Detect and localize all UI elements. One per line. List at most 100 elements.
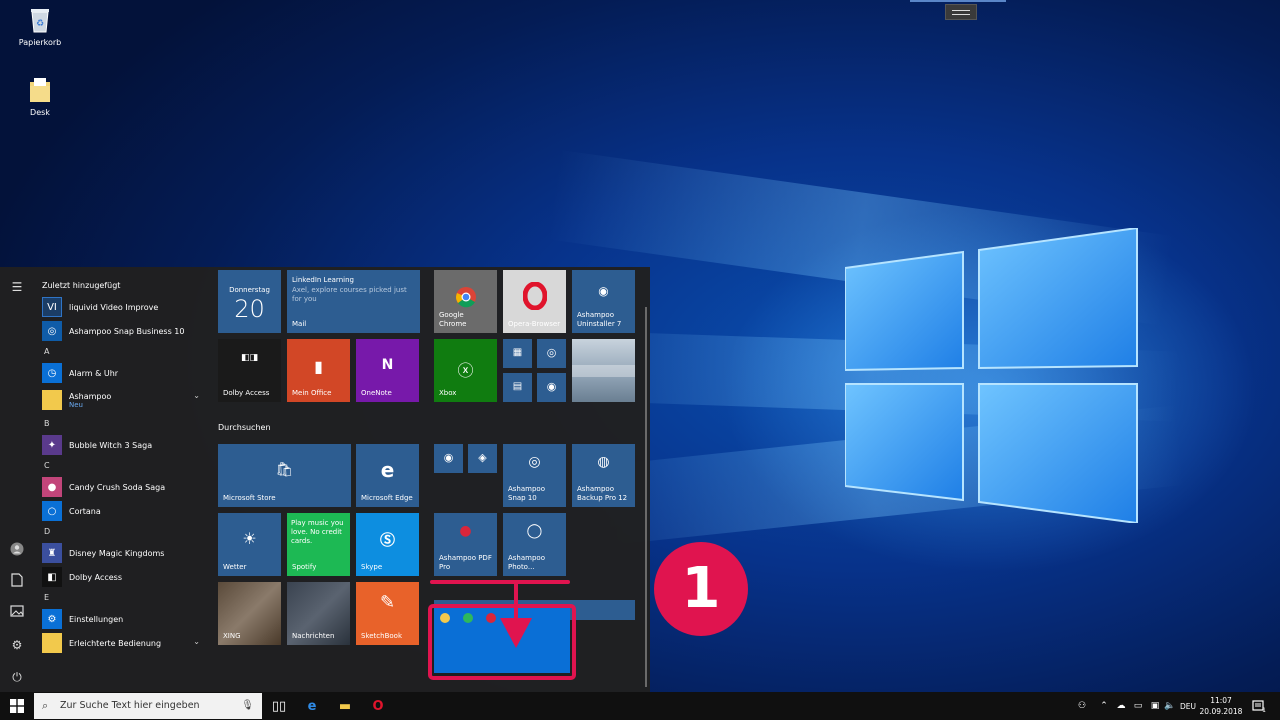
- desktop-icon-recycle-bin[interactable]: ♻ Papierkorb: [8, 6, 72, 47]
- store-bag-icon: 🛍: [275, 462, 294, 478]
- app-label: Bubble Witch 3 Saga: [69, 440, 153, 450]
- app-item-cortana[interactable]: ○ Cortana: [38, 499, 208, 523]
- tablet-handle-icon[interactable]: [945, 4, 977, 20]
- chrome-icon: [434, 286, 497, 310]
- tile-backup[interactable]: ◍ Ashampoo Backup Pro 12: [572, 444, 635, 507]
- app-item-candy-crush[interactable]: ● Candy Crush Soda Saga: [38, 475, 208, 499]
- folder-icon: [28, 76, 52, 104]
- file-explorer-icon[interactable]: ▬: [330, 692, 360, 720]
- people-icon[interactable]: ⚇: [1072, 692, 1092, 720]
- chevron-down-icon[interactable]: ⌄: [193, 637, 200, 646]
- gear-icon: ⚙: [42, 609, 62, 629]
- tile-xing[interactable]: XING: [218, 582, 281, 645]
- office-icon: ▮: [314, 357, 323, 376]
- tile-label: Skype: [361, 563, 383, 571]
- tile-label: Ashampoo Backup Pro 12: [577, 485, 628, 502]
- tile-xbox[interactable]: ⓧ Xbox: [434, 339, 497, 402]
- app-item-settings[interactable]: ⚙ Einstellungen: [38, 607, 208, 631]
- tile-edge[interactable]: e Microsoft Edge: [356, 444, 419, 507]
- app-item-dolby[interactable]: ◧ Dolby Access: [38, 565, 208, 589]
- tile-opera[interactable]: Opera-Browser: [503, 270, 566, 333]
- disc-icon: ◎: [546, 346, 557, 359]
- opera-taskbar-icon[interactable]: O: [363, 692, 393, 720]
- tile-spotify[interactable]: Play music you love. No credit cards. Sp…: [287, 513, 350, 576]
- app-item-bubble-witch[interactable]: ✦ Bubble Witch 3 Saga: [38, 433, 208, 457]
- user-avatar-icon[interactable]: [9, 542, 25, 558]
- app-item-liquivid[interactable]: VI liquivid Video Improve: [38, 295, 208, 319]
- tile-uninstaller[interactable]: ◉ Ashampoo Uninstaller 7: [572, 270, 635, 333]
- tile-groove[interactable]: ◎: [537, 339, 566, 368]
- tile-snap[interactable]: ◎ Ashampoo Snap 10: [503, 444, 566, 507]
- cortana-ring-icon: ○: [42, 501, 62, 521]
- tile-news[interactable]: Nachrichten: [287, 582, 350, 645]
- document-icon[interactable]: [9, 573, 25, 589]
- dolby-icon: ◧: [42, 567, 62, 587]
- action-center-icon[interactable]: 1: [1250, 692, 1270, 720]
- pictures-icon[interactable]: [9, 605, 25, 621]
- webcam-icon: ◉: [546, 380, 557, 393]
- clock[interactable]: 11:07 20.09.2018: [1196, 695, 1246, 717]
- scrollbar[interactable]: [645, 307, 647, 687]
- start-button[interactable]: [0, 692, 34, 720]
- app-label: Cortana: [69, 506, 101, 516]
- tile-mail[interactable]: LinkedIn Learning Axel, explore courses …: [287, 270, 420, 333]
- tile-calculator[interactable]: ▤: [503, 373, 532, 402]
- edge-taskbar-icon[interactable]: e: [297, 692, 327, 720]
- svg-text:♻: ♻: [36, 19, 44, 29]
- tile-chrome[interactable]: Google Chrome: [434, 270, 497, 333]
- tile-pdf[interactable]: ● Ashampoo PDF Pro: [434, 513, 497, 576]
- app-item-alarm[interactable]: ◷ Alarm & Uhr: [38, 361, 208, 385]
- app-item-ashampoo-snap-business[interactable]: ◎ Ashampoo Snap Business 10: [38, 319, 208, 343]
- tile-photos[interactable]: [572, 339, 635, 402]
- cloud-icon[interactable]: ☁: [1113, 692, 1129, 720]
- desktop-icon-label: Desk: [30, 108, 50, 117]
- group-letter[interactable]: C: [38, 457, 208, 475]
- settings-gear-icon[interactable]: ⚙: [9, 637, 25, 653]
- camera-aperture-icon: ◎: [42, 321, 62, 341]
- section-browse-label: Durchsuchen: [218, 423, 271, 432]
- tile-office[interactable]: ▮ Mein Office: [287, 339, 350, 402]
- tile-label: Nachrichten: [292, 632, 335, 640]
- chevron-up-icon[interactable]: ⌃: [1096, 692, 1112, 720]
- group-letter[interactable]: A: [38, 343, 208, 361]
- group-letter[interactable]: D: [38, 523, 208, 541]
- desktop-icon-folder[interactable]: Desk: [8, 76, 72, 117]
- task-view-icon[interactable]: ▯▯: [264, 692, 294, 720]
- liquivid-icon: VI: [42, 297, 62, 317]
- taskbar-search-box[interactable]: ⌕ Zur Suche Text hier eingeben 🎙: [34, 693, 262, 719]
- tile-onenote[interactable]: N OneNote: [356, 339, 419, 402]
- hamburger-icon[interactable]: ☰: [9, 279, 25, 295]
- tile-photo-optimizer[interactable]: ◯ Ashampoo Photo...: [503, 513, 566, 576]
- tile-sketchbook[interactable]: ✎ SketchBook: [356, 582, 419, 645]
- dolby-logo-icon: ◧◨: [240, 353, 258, 363]
- microphone-icon[interactable]: 🎙: [241, 693, 254, 719]
- tile-small-ashampoo-2[interactable]: ◈: [468, 444, 497, 473]
- tile-weather[interactable]: ☀ Wetter: [218, 513, 281, 576]
- tile-dolby[interactable]: ◧◨ Dolby Access: [218, 339, 281, 402]
- tile-label: Google Chrome: [439, 311, 467, 328]
- power-icon[interactable]: ⏻: [9, 669, 25, 685]
- app-item-ashampoo-folder[interactable]: Ashampoo Neu ⌄: [38, 385, 208, 415]
- group-letter[interactable]: E: [38, 589, 208, 607]
- battery-icon[interactable]: ▭: [1130, 692, 1146, 720]
- volume-icon[interactable]: 🔈: [1162, 692, 1178, 720]
- app-item-ease-of-access[interactable]: Erleichterte Bedienung ⌄: [38, 631, 208, 655]
- tile-movies[interactable]: ▦: [503, 339, 532, 368]
- tile-small-ashampoo-1[interactable]: ◉: [434, 444, 463, 473]
- chevron-down-icon[interactable]: ⌄: [193, 391, 200, 400]
- app-item-disney[interactable]: ♜ Disney Magic Kingdoms: [38, 541, 208, 565]
- tile-skype[interactable]: Ⓢ Skype: [356, 513, 419, 576]
- skype-icon: Ⓢ: [379, 531, 395, 549]
- tile-label: SketchBook: [361, 632, 403, 640]
- language-indicator[interactable]: DEU: [1178, 692, 1198, 720]
- annotation-drop-line: [430, 580, 570, 584]
- group-letter[interactable]: B: [38, 415, 208, 433]
- notification-count: 1: [1262, 706, 1266, 714]
- backup-icon: ◍: [597, 454, 610, 470]
- tile-store[interactable]: 🛍 Microsoft Store: [218, 444, 351, 507]
- shield-icon: ◈: [478, 451, 487, 464]
- network-icon[interactable]: ▣: [1147, 692, 1163, 720]
- calendar-date: 20: [234, 295, 265, 323]
- tile-calendar[interactable]: Donnerstag 20: [218, 270, 281, 333]
- tile-webcam[interactable]: ◉: [537, 373, 566, 402]
